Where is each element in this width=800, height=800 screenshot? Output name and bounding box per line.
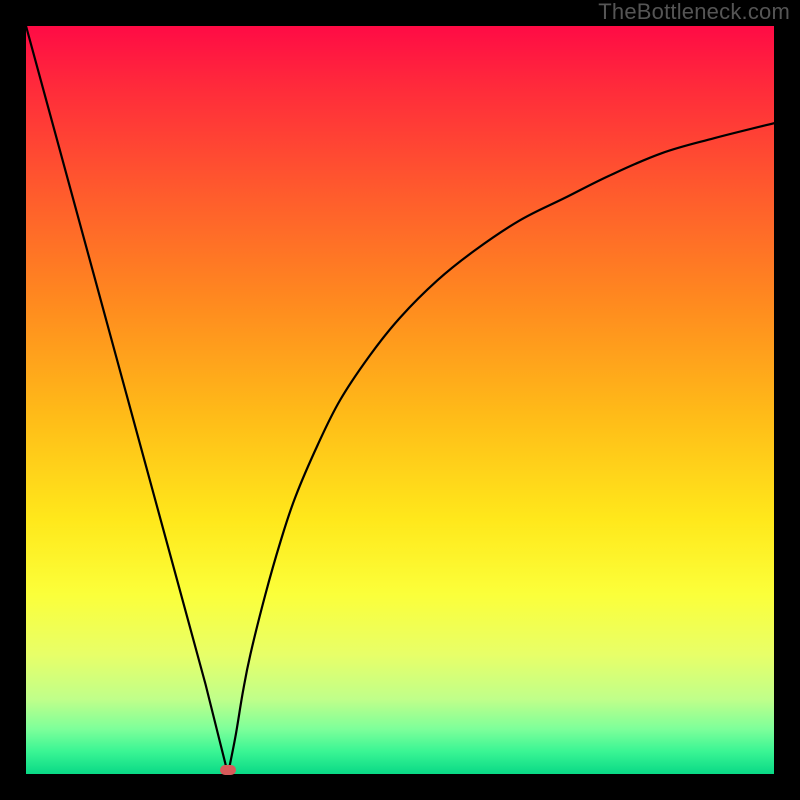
curve-svg <box>26 26 774 774</box>
plot-area <box>26 26 774 774</box>
optimal-marker <box>220 765 236 775</box>
chart-frame: TheBottleneck.com <box>0 0 800 800</box>
bottleneck-curve <box>26 26 774 774</box>
watermark-text: TheBottleneck.com <box>598 0 790 25</box>
